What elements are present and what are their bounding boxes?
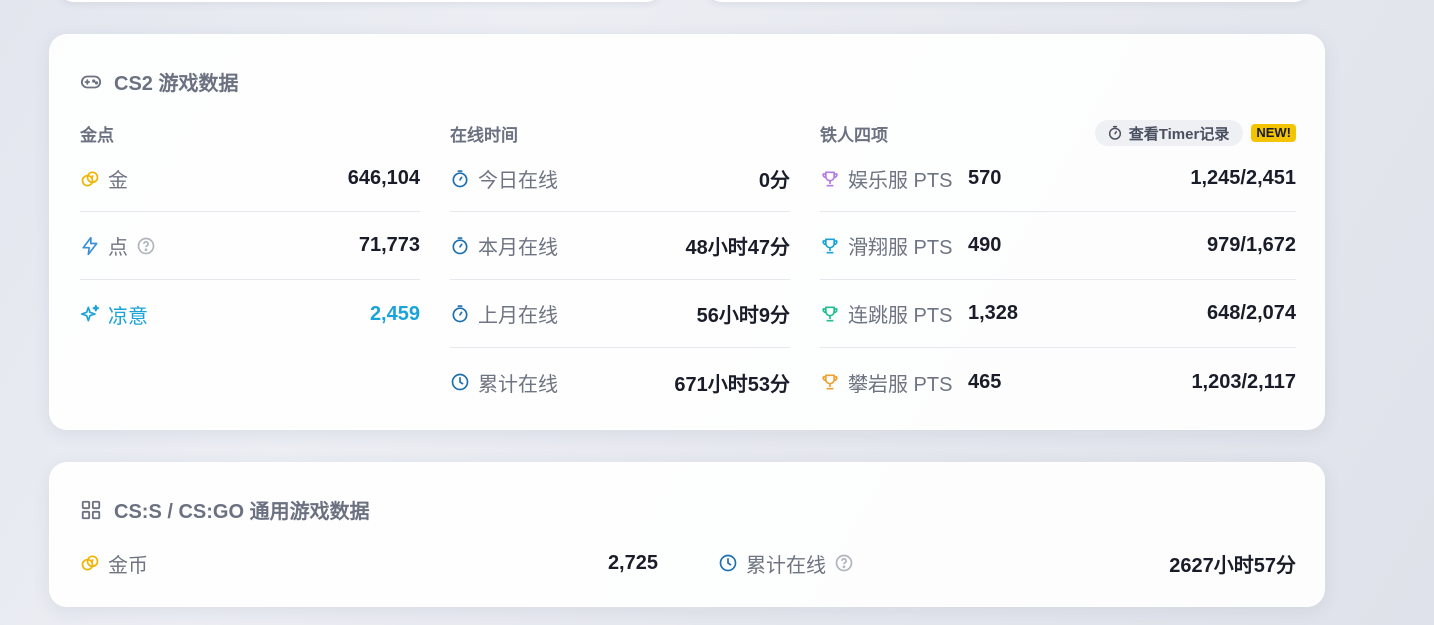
help-icon[interactable] [136, 236, 156, 256]
iron-bhop-label: 连跳服 PTS [848, 305, 953, 327]
legacy-online-value: 2627小时57分 [1169, 554, 1296, 577]
iron-four-column: 铁人四项 查看Timer记录 NEW! 娱乐服 PTS 570 1,245/2,… [820, 120, 1296, 416]
points-value: 71,773 [358, 234, 420, 256]
online-row-total: 累计在线 671小时53分 [450, 348, 790, 416]
online-total-value: 671小时53分 [674, 373, 790, 396]
help-icon[interactable] [834, 553, 854, 573]
top-card-right [706, 0, 1310, 2]
sparkle-icon [80, 304, 100, 322]
gold-points-column: 金点 金 646,104 点 71,773 凉意 2,459 [80, 120, 420, 348]
iron-climb-label: 攀岩服 PTS [848, 373, 953, 396]
iron-fun-ratio: 1,245/2,451 [1190, 167, 1296, 189]
cool-row: 凉意 2,459 [80, 280, 420, 348]
online-month-label: 本月在线 [478, 237, 558, 259]
online-column-header: 在线时间 [450, 125, 518, 145]
legacy-online-label: 累计在线 [746, 554, 826, 577]
stopwatch-icon [452, 304, 468, 322]
stopwatch-icon [1108, 125, 1121, 140]
trophy-icon [822, 171, 838, 186]
iron-fun-label: 娱乐服 PTS [848, 170, 953, 192]
cool-value: 2,459 [369, 302, 420, 325]
trophy-icon [822, 374, 838, 390]
cs2-title-text: CS2 游戏数据 [114, 73, 239, 95]
stopwatch-icon [452, 169, 468, 187]
legacy-card-title: CS:S / CS:GO 通用游戏数据 [80, 495, 370, 524]
gold-row: 金 646,104 [80, 146, 420, 212]
iron-bhop-pts: 1,328 [968, 302, 1019, 324]
iron-column-header-row: 铁人四项 查看Timer记录 NEW! [820, 120, 1296, 146]
legacy-stats-card: CS:S / CS:GO 通用游戏数据 金币 2,725 累计在线 2627小时… [49, 462, 1325, 607]
iron-climb-ratio: 1,203/2,117 [1191, 370, 1296, 393]
gold-column-header: 金点 [80, 125, 114, 145]
gold-label: 金 [108, 170, 128, 192]
clock-icon [451, 373, 469, 391]
clock-icon [719, 554, 737, 572]
online-row-month: 本月在线 48小时47分 [450, 212, 790, 280]
iron-surf-label: 滑翔服 PTS [848, 237, 953, 259]
cool-label: 凉意 [108, 305, 148, 328]
points-label: 点 [108, 237, 128, 259]
legacy-gold-value: 2,725 [607, 551, 658, 574]
legacy-title-text: CS:S / CS:GO 通用游戏数据 [114, 501, 370, 523]
legacy-gold-label: 金币 [108, 554, 148, 577]
iron-row-bhop: 连跳服 PTS 1,328 648/2,074 [820, 280, 1296, 348]
top-card-left [58, 0, 662, 2]
iron-surf-ratio: 979/1,672 [1207, 234, 1296, 256]
gamepad-icon [80, 75, 102, 88]
iron-column-header: 铁人四项 [820, 125, 888, 145]
iron-climb-pts: 465 [968, 370, 1002, 393]
iron-bhop-ratio: 648/2,074 [1207, 302, 1296, 324]
iron-row-surf: 滑翔服 PTS 490 979/1,672 [820, 212, 1296, 280]
online-row-last-month: 上月在线 56小时9分 [450, 280, 790, 348]
coin-icon [81, 171, 99, 186]
lightning-icon [82, 236, 98, 255]
iron-fun-pts: 570 [968, 167, 1002, 189]
online-last-month-label: 上月在线 [478, 305, 558, 327]
iron-surf-pts: 490 [968, 234, 1002, 256]
online-total-label: 累计在线 [478, 373, 558, 396]
grid-icon [81, 500, 101, 519]
trophy-icon [822, 306, 838, 321]
stopwatch-icon [452, 236, 468, 254]
online-row-today: 今日在线 0分 [450, 146, 790, 212]
legacy-online-row: 累计在线 2627小时57分 [718, 543, 1296, 583]
cs2-stats-card: CS2 游戏数据 金点 金 646,104 点 71,773 凉意 2,459 … [49, 34, 1325, 430]
online-today-label: 今日在线 [478, 170, 558, 192]
iron-row-fun: 娱乐服 PTS 570 1,245/2,451 [820, 146, 1296, 212]
online-time-column: 在线时间 今日在线 0分 本月在线 48小时47分 上月在线 56小时9分 累计… [450, 120, 790, 416]
cs2-card-title: CS2 游戏数据 [80, 67, 238, 96]
online-month-value: 48小时47分 [685, 237, 791, 259]
online-today-value: 0分 [758, 170, 790, 192]
gold-value: 646,104 [347, 167, 420, 189]
coin-icon [81, 555, 99, 571]
iron-row-climb: 攀岩服 PTS 465 1,203/2,117 [820, 348, 1296, 416]
new-badge: NEW! [1251, 124, 1296, 142]
trophy-icon [822, 238, 838, 253]
view-timer-button[interactable]: 查看Timer记录 [1094, 120, 1244, 146]
view-timer-label: 查看Timer记录 [1128, 125, 1230, 143]
online-last-month-value: 56小时9分 [696, 305, 790, 327]
points-row: 点 71,773 [80, 212, 420, 280]
legacy-gold-row: 金币 2,725 [80, 543, 658, 583]
